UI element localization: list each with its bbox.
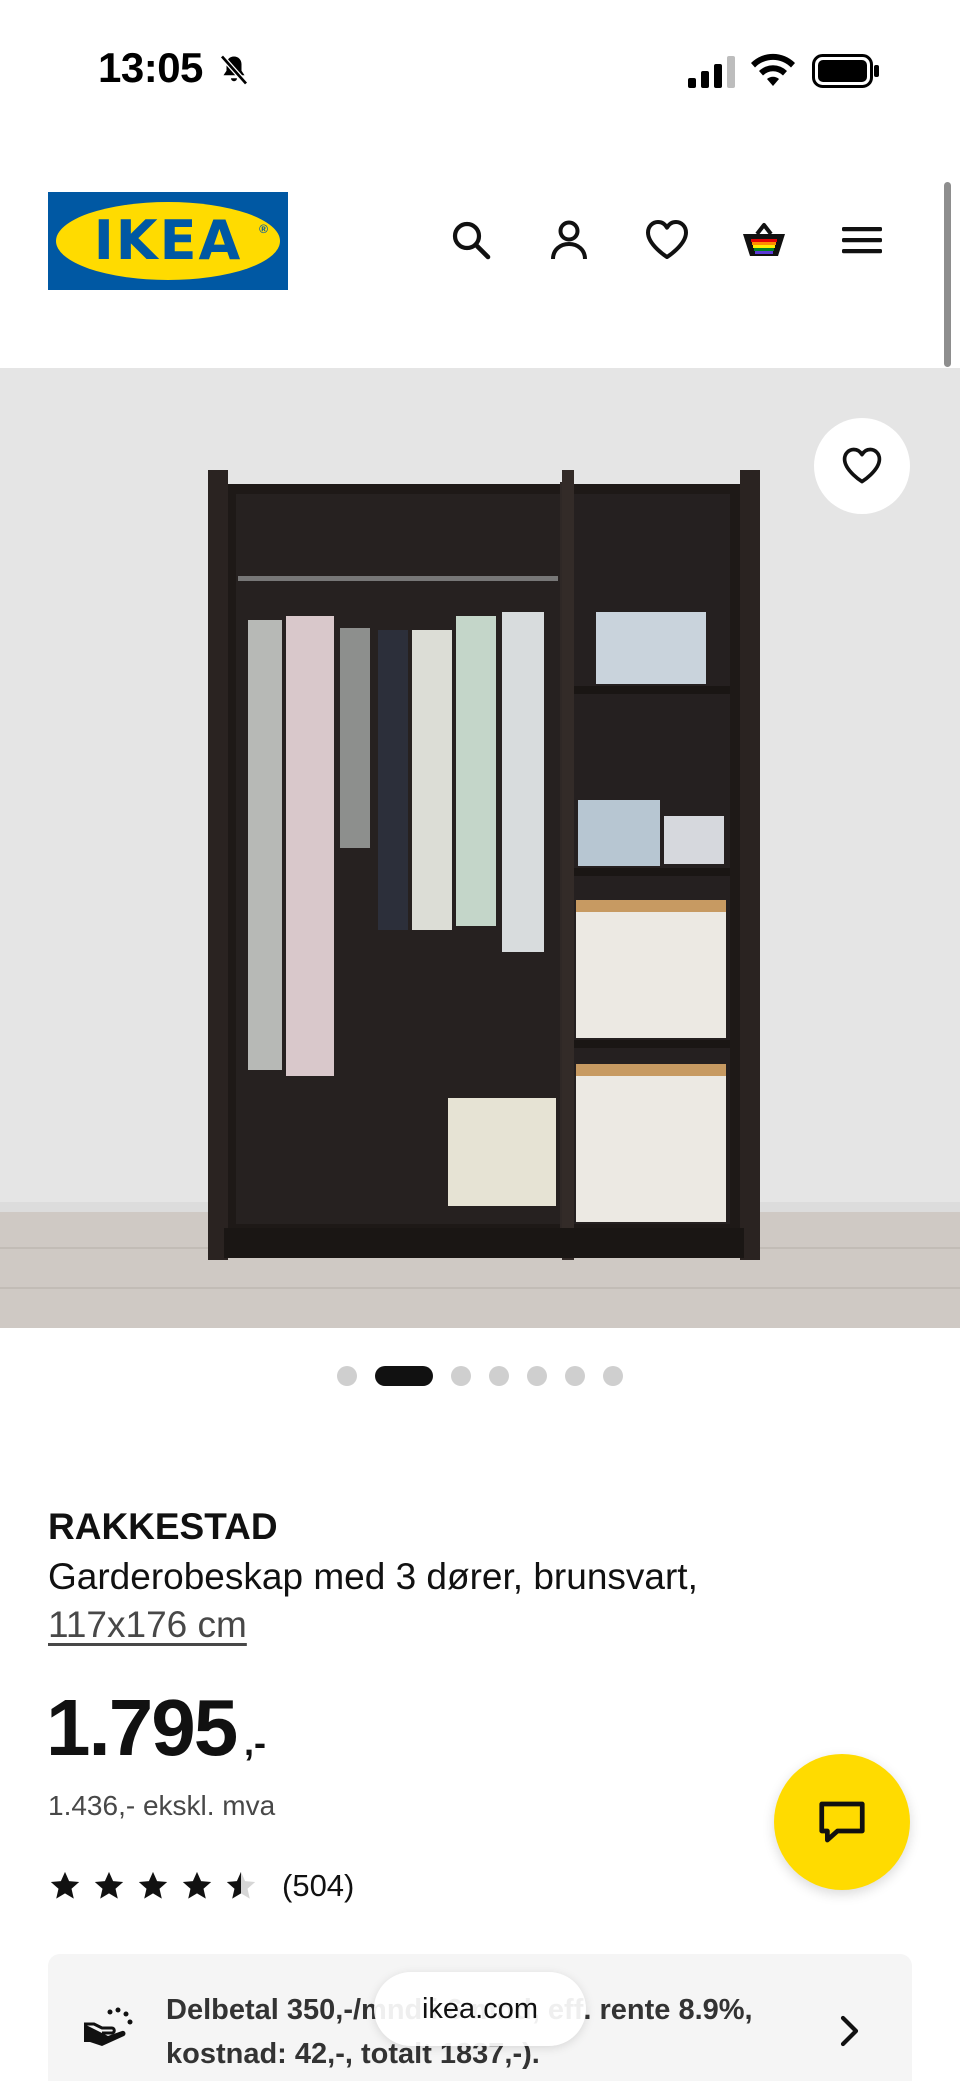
carousel-dot[interactable] [565, 1366, 585, 1386]
browser-url-bar[interactable]: ikea.com [374, 1972, 586, 2046]
account-icon[interactable] [545, 216, 593, 264]
review-count[interactable]: (504) [282, 1868, 354, 1904]
star-full-icon [50, 1871, 80, 1899]
logo-registered-mark: ® [259, 222, 268, 236]
product-description: Garderobeskap med 3 dører, brunsvart, [48, 1556, 698, 1597]
star-full-icon [94, 1871, 124, 1899]
bell-slash-icon [220, 54, 248, 86]
site-header: IKEA ® [0, 140, 960, 368]
chat-button[interactable] [774, 1754, 910, 1890]
price-excl-vat: 1.436,- ekskl. mva [48, 1790, 276, 1821]
carousel-dot[interactable] [337, 1366, 357, 1386]
payment-hand-icon [84, 2007, 133, 2046]
product-price: 1.795 [46, 1683, 238, 1772]
carousel-dot-active[interactable] [375, 1366, 433, 1386]
price-suffix: ,- [244, 1722, 266, 1763]
star-half-icon [226, 1871, 256, 1899]
carousel-indicator[interactable] [0, 1364, 960, 1388]
wifi-icon [751, 53, 795, 86]
menu-icon[interactable] [838, 216, 886, 264]
heart-icon[interactable] [643, 216, 691, 264]
logo-text: IKEA [93, 209, 243, 272]
star-full-icon [182, 1871, 212, 1899]
carousel-dot[interactable] [603, 1366, 623, 1386]
battery-icon [812, 54, 879, 88]
carousel-dot[interactable] [451, 1366, 471, 1386]
product-image[interactable] [0, 368, 960, 1328]
chat-icon [819, 1801, 865, 1843]
status-time: 13:05 [98, 44, 203, 91]
wardrobe-illustration [0, 368, 960, 1328]
save-to-favourites-button[interactable] [814, 418, 910, 514]
carousel-dot[interactable] [489, 1366, 509, 1386]
page-scrollbar[interactable] [944, 182, 951, 367]
search-icon[interactable] [447, 216, 495, 264]
heart-icon [842, 447, 882, 484]
product-size-link[interactable]: 117x176 cm [48, 1604, 247, 1646]
ikea-logo[interactable]: IKEA ® [48, 192, 288, 290]
carousel-dot[interactable] [527, 1366, 547, 1386]
star-full-icon [138, 1871, 168, 1899]
chevron-right-icon [840, 2015, 859, 2047]
cart-icon[interactable] [740, 216, 788, 264]
signal-icon [688, 56, 735, 88]
product-rating[interactable]: (504) [48, 1866, 354, 1906]
product-name: RAKKESTAD [48, 1506, 278, 1547]
status-bar: 13:05 [0, 0, 960, 140]
